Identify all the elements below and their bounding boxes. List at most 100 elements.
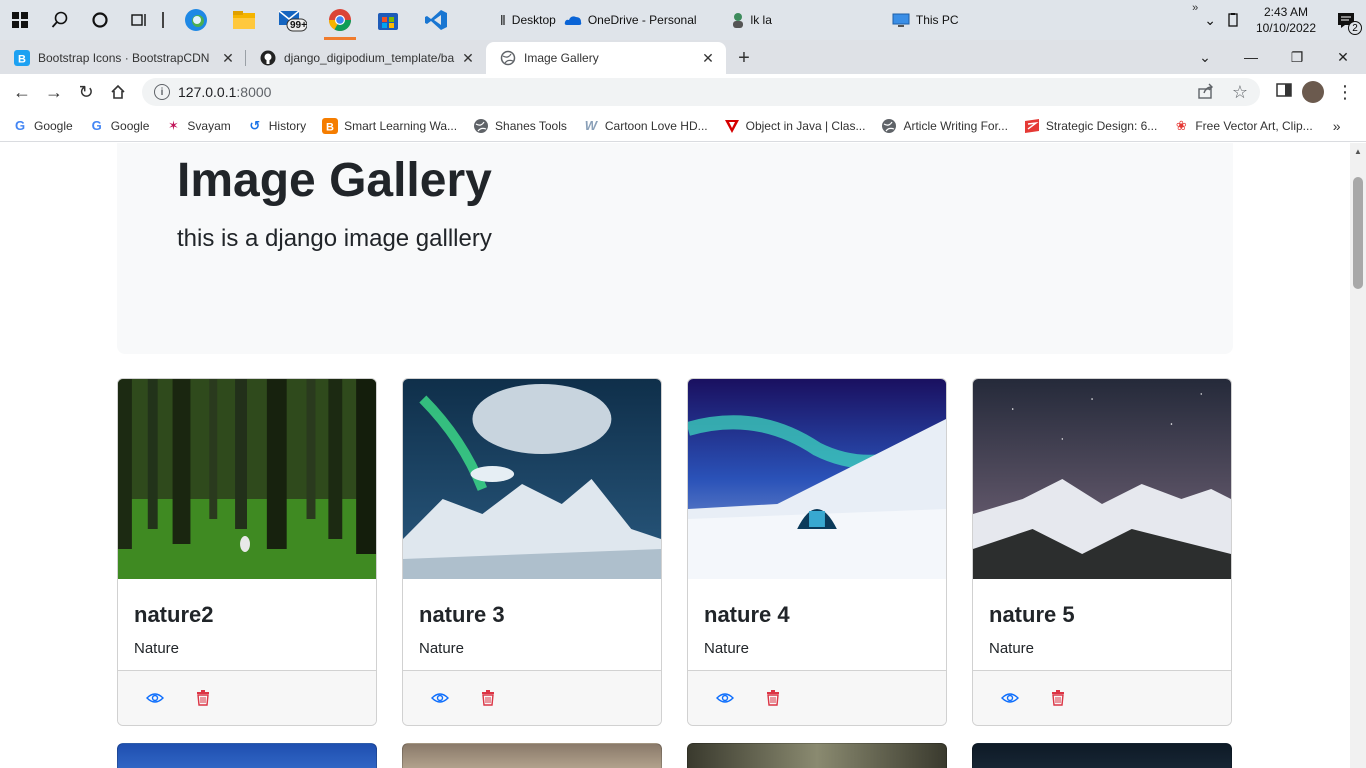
bookmark-item[interactable]: ❀ Free Vector Art, Clip... <box>1173 118 1313 134</box>
tab-github[interactable]: django_digipodium_template/ba ✕ <box>246 42 486 74</box>
onedrive-toolbar[interactable]: OneDrive - Personal <box>564 13 697 27</box>
desktop-toolbar[interactable]: ‖ Desktop <box>500 12 556 28</box>
cortana-icon[interactable] <box>80 0 120 40</box>
gallery-card-image-partial[interactable] <box>402 743 662 768</box>
mail-icon[interactable]: 99+ <box>268 0 316 40</box>
profile-avatar[interactable] <box>1302 81 1324 103</box>
bookmark-label: Object in Java | Clas... <box>745 118 866 133</box>
system-tray: » ⌄ 2:43 AM 10/10/2022 2 <box>1192 0 1366 40</box>
battery-icon[interactable] <box>1226 13 1240 27</box>
bookmark-item[interactable]: G Google <box>89 118 150 134</box>
bookmarks-bar: G Google G Google ✶ Svayam ↺ History B Smart … <box>0 110 1366 142</box>
bookmark-label: Smart Learning Wa... <box>344 118 458 133</box>
card-footer <box>688 670 946 725</box>
gallery-card-image-partial[interactable] <box>972 743 1232 768</box>
desktop-label: Desktop <box>511 13 556 27</box>
site-info-icon[interactable]: i <box>154 84 170 100</box>
gallery-card: nature2 Nature <box>117 378 377 726</box>
bookmark-label: Google <box>34 118 73 133</box>
page-viewport: Image Gallery this is a django image gal… <box>0 143 1350 768</box>
clock[interactable]: 2:43 AM 10/10/2022 <box>1246 4 1326 36</box>
history-icon: ↺ <box>249 117 261 133</box>
bookmark-item[interactable]: Strategic Design: 6... <box>1024 118 1157 134</box>
thispc-toolbar[interactable]: This PC <box>892 13 959 27</box>
trash-icon[interactable] <box>479 689 497 707</box>
chrome-icon[interactable] <box>316 0 364 40</box>
scroll-up-arrow-icon[interactable]: ▲ <box>1350 143 1366 159</box>
card-image-forest[interactable] <box>118 379 376 579</box>
eye-icon[interactable] <box>716 689 734 707</box>
windows-start-icon[interactable] <box>0 0 40 40</box>
reload-icon[interactable]: ↻ <box>70 76 102 108</box>
search-icon[interactable] <box>40 0 80 40</box>
side-panel-icon[interactable] <box>1276 82 1292 103</box>
home-icon[interactable] <box>102 76 134 108</box>
eye-icon[interactable] <box>146 689 164 707</box>
user-toolbar[interactable]: lk la <box>731 12 772 28</box>
tab-image-gallery[interactable]: Image Gallery ✕ <box>486 42 726 74</box>
taskbar-separator <box>162 12 172 28</box>
page-title: Image Gallery <box>177 154 492 207</box>
gallery-card-image-partial[interactable] <box>687 743 947 768</box>
overflow-chevron-icon[interactable]: » <box>1192 2 1198 14</box>
address-bar[interactable]: i 127.0.0.1:8000 ☆ <box>142 78 1260 106</box>
new-tab-button[interactable]: + <box>726 42 762 74</box>
bookmark-item[interactable]: W Cartoon Love HD... <box>583 118 708 134</box>
edge-icon[interactable] <box>172 0 220 40</box>
bootstrap-icon: B <box>14 50 30 66</box>
bookmark-star-icon[interactable]: ☆ <box>1232 82 1248 103</box>
eye-icon[interactable] <box>431 689 449 707</box>
eye-icon[interactable] <box>1001 689 1019 707</box>
gallery-card-image-partial[interactable] <box>117 743 377 768</box>
store-icon[interactable] <box>364 0 412 40</box>
svg-text:B: B <box>326 121 334 133</box>
bookmark-item[interactable]: Article Writing For... <box>881 118 1008 134</box>
task-view-icon[interactable] <box>120 0 160 40</box>
bookmark-item[interactable]: G Google <box>12 118 73 134</box>
url-port: :8000 <box>236 84 272 100</box>
user-icon <box>732 13 743 28</box>
tab-close-icon[interactable]: ✕ <box>460 50 476 67</box>
notification-count: 2 <box>1348 21 1362 35</box>
minimize-button[interactable]: — <box>1228 40 1274 74</box>
windows-taskbar: 99+ ‖ Desktop OneDrive - Personal lk la … <box>0 0 1366 40</box>
file-explorer-icon[interactable] <box>220 0 268 40</box>
close-window-button[interactable]: ✕ <box>1320 40 1366 74</box>
card-image-ice-aurora[interactable] <box>688 379 946 579</box>
bookmark-item[interactable]: ↺ History <box>247 118 306 134</box>
computer-icon <box>892 13 910 27</box>
restore-button[interactable]: ❐ <box>1274 40 1320 74</box>
bookmark-item[interactable]: B Smart Learning Wa... <box>322 117 458 134</box>
vscode-icon[interactable] <box>412 0 460 40</box>
tab-bootstrap-icons[interactable]: B Bootstrap Icons · BootstrapCDN ✕ <box>0 42 246 74</box>
bookmarks-overflow-icon[interactable]: » <box>1333 118 1341 134</box>
tab-close-icon[interactable]: ✕ <box>220 50 236 67</box>
trash-icon[interactable] <box>764 689 782 707</box>
flag-icon <box>1024 118 1040 134</box>
bookmark-item[interactable]: Object in Java | Clas... <box>724 118 866 134</box>
onedrive-icon <box>564 16 582 25</box>
card-image-snowy-mountains[interactable] <box>973 379 1231 579</box>
tab-title: django_digipodium_template/ba <box>284 51 455 65</box>
window-controls: ⌄ — ❐ ✕ <box>1182 40 1366 74</box>
card-footer <box>973 670 1231 725</box>
back-arrow-icon[interactable]: ← <box>6 76 38 108</box>
notification-icon[interactable]: 2 <box>1326 0 1366 40</box>
card-footer <box>403 670 661 725</box>
scrollbar-thumb[interactable] <box>1353 177 1363 289</box>
bookmark-item[interactable]: ✶ Svayam <box>165 118 231 134</box>
w-icon: W <box>584 118 598 133</box>
share-icon[interactable] <box>1198 83 1214 102</box>
trash-icon[interactable] <box>194 689 212 707</box>
tray-chevron-down-icon[interactable]: ⌄ <box>1204 12 1216 29</box>
tab-close-icon[interactable]: ✕ <box>700 50 716 67</box>
globe-icon <box>500 50 516 66</box>
menu-icon[interactable]: ⋮ <box>1336 82 1354 103</box>
user-label: lk la <box>750 13 772 27</box>
forward-arrow-icon[interactable]: → <box>38 76 70 108</box>
trash-icon[interactable] <box>1049 689 1067 707</box>
card-image-aurora-coast[interactable] <box>403 379 661 579</box>
bookmark-item[interactable]: Shanes Tools <box>473 118 567 134</box>
tab-search-icon[interactable]: ⌄ <box>1182 40 1228 74</box>
page-scrollbar[interactable]: ▲ <box>1350 143 1366 768</box>
